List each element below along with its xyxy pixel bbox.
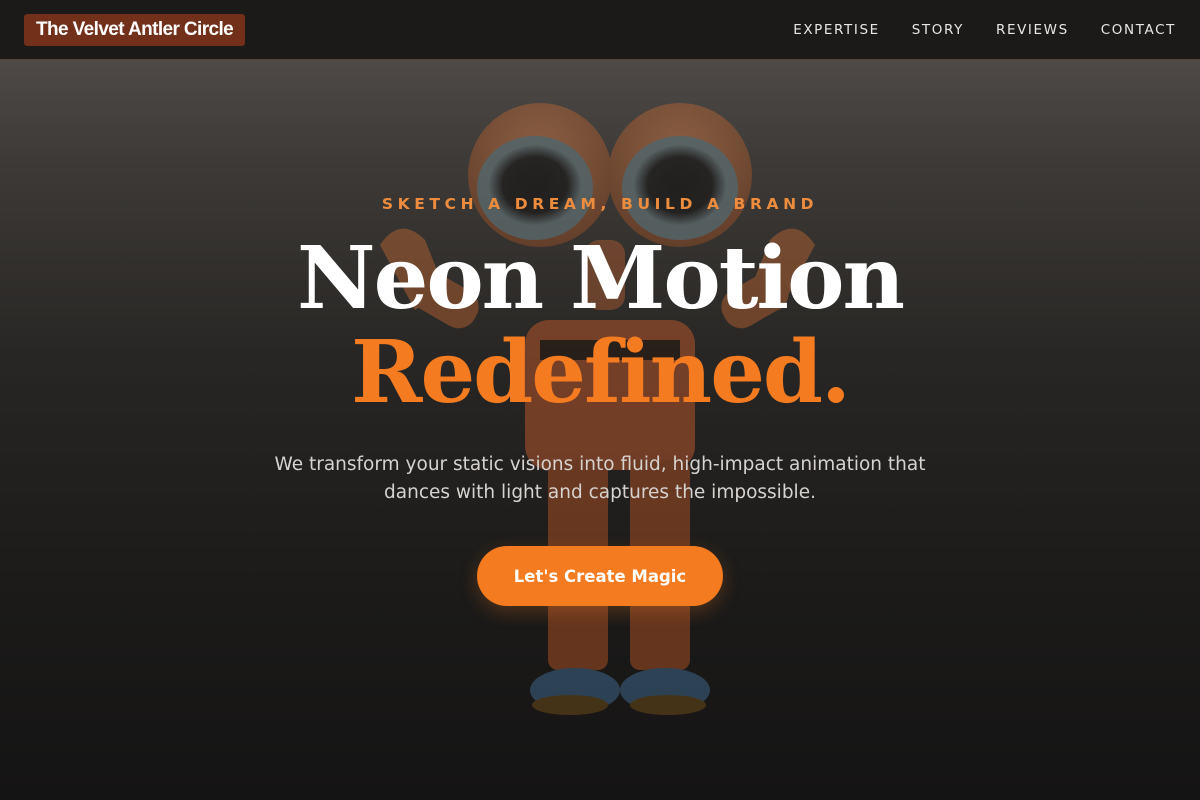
top-navbar: The Velvet Antler Circle EXPERTISE STORY…: [0, 0, 1200, 60]
create-magic-button[interactable]: Let's Create Magic: [477, 546, 723, 606]
nav-link-story[interactable]: STORY: [912, 22, 964, 38]
nav-links: EXPERTISE STORY REVIEWS CONTACT: [793, 0, 1176, 60]
nav-link-expertise[interactable]: EXPERTISE: [793, 22, 880, 38]
nav-link-contact[interactable]: CONTACT: [1101, 22, 1176, 38]
hero-subtitle: We transform your static visions into fl…: [274, 454, 926, 503]
nav-link-reviews[interactable]: REVIEWS: [996, 22, 1069, 38]
hero-headline-line1: Neon Motion: [297, 228, 905, 329]
hero-headline-line2: Redefined.: [350, 322, 851, 423]
hero-eyebrow: SKETCH A DREAM, BUILD A BRAND: [381, 195, 819, 213]
hero-section: SKETCH A DREAM, BUILD A BRAND Neon Motio…: [0, 60, 1200, 800]
hero-headline: Neon Motion Redefined.: [0, 232, 1200, 420]
page: The Velvet Antler Circle EXPERTISE STORY…: [0, 0, 1200, 800]
brand-logo[interactable]: The Velvet Antler Circle: [24, 14, 246, 46]
